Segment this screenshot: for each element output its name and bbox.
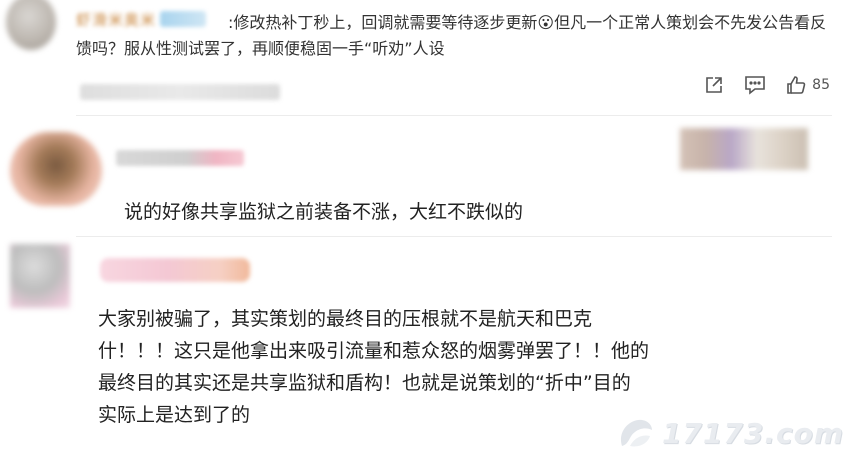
site-logo-icon — [620, 419, 652, 447]
share-icon — [706, 77, 722, 93]
comment-body: :修改热补丁秒上，回调就需要等待逐步更新😮但凡一个正常人策划会不先发公告看反馈吗… — [76, 13, 827, 58]
watermark: 17173.com — [616, 416, 844, 450]
comment-icon — [745, 76, 765, 95]
like-button[interactable]: 85 — [786, 75, 830, 95]
comment-text: :修改热补丁秒上，回调就需要等待逐步更新😮但凡一个正常人策划会不先发公告看反馈吗… — [76, 10, 836, 62]
comment-meta-blurred — [80, 84, 280, 100]
comment-divider — [76, 236, 832, 237]
like-count: 85 — [812, 77, 830, 93]
comment-line: 最终目的其实还是共享监狱和盾构！也就是说策划的“折中”目的 — [98, 372, 631, 394]
commenter-name-blurred[interactable] — [116, 150, 244, 166]
commenter-name-blurred[interactable] — [100, 258, 250, 282]
comment-divider — [76, 115, 832, 116]
image-thumbnail-blurred[interactable] — [680, 128, 808, 170]
reply-button[interactable] — [744, 75, 766, 95]
comment-line: 什！！！这只是他拿出来吸引流量和惹众怒的烟雾弹罢了！！他的 — [98, 340, 650, 362]
like-icon — [787, 76, 806, 94]
share-button[interactable] — [704, 75, 724, 95]
comment-text: 大家别被骗了，其实策划的最终目的压根就不是航天和巴克 什！！！这只是他拿出来吸引… — [98, 303, 738, 431]
comment-line: 大家别被骗了，其实策划的最终目的压根就不是航天和巴克 — [98, 308, 593, 330]
comment-text: 说的好像共享监狱之前装备不涨，大红不跌似的 — [124, 201, 524, 223]
watermark-text: 17173.com — [661, 416, 844, 450]
commenter-avatar[interactable] — [6, 0, 56, 50]
comment-actions: 85 — [704, 72, 830, 98]
commenter-avatar[interactable] — [10, 132, 102, 206]
commenter-avatar[interactable] — [10, 244, 70, 308]
